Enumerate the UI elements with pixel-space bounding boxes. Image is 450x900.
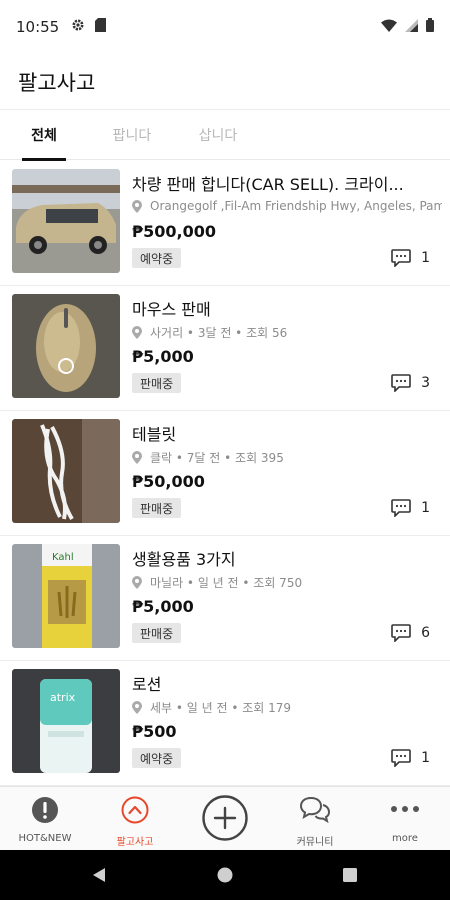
item-price: ₱500 xyxy=(132,722,177,741)
status-badge: 판매중 xyxy=(132,623,182,643)
nav-more[interactable]: more xyxy=(360,787,450,851)
comment-count: 1 xyxy=(391,499,430,517)
comment-icon xyxy=(391,249,411,267)
signal-icon xyxy=(405,18,418,36)
location-pin-icon xyxy=(132,576,142,589)
app-bar: 팔고사고 xyxy=(0,54,450,110)
comment-count-value: 1 xyxy=(421,500,430,516)
nav-hot-new[interactable]: HOT&NEW xyxy=(0,787,90,851)
status-badge: 판매중 xyxy=(132,373,182,393)
comment-count: 1 xyxy=(391,749,430,767)
nav-label: more xyxy=(392,833,418,844)
tab-bar: 전체 팝니다 삽니다 xyxy=(0,110,450,161)
tab-buying[interactable]: 삽니다 xyxy=(188,110,248,160)
comment-icon xyxy=(391,499,411,517)
system-navigation-bar xyxy=(0,850,450,900)
svg-text:Kahl: Kahl xyxy=(52,552,74,563)
comment-count: 1 xyxy=(391,249,430,267)
item-title: 차량 판매 합니다(CAR SELL). 크라이... xyxy=(132,175,404,194)
nav-label: 팔고사고 xyxy=(116,837,154,848)
item-price: ₱500,000 xyxy=(132,222,217,241)
item-thumbnail xyxy=(12,169,120,273)
item-meta: Orangegolf ,Fil-Am Friendship Hwy, Angel… xyxy=(132,199,442,213)
comment-count-value: 3 xyxy=(421,375,430,391)
chat-bubbles-icon xyxy=(299,796,331,824)
item-price: ₱50,000 xyxy=(132,472,205,491)
item-meta: 세부 • 일 년 전 • 조회 179 xyxy=(132,699,442,716)
nav-label: 커뮤니티 xyxy=(296,837,334,848)
item-meta-text: 마닐라 • 일 년 전 • 조회 750 xyxy=(150,576,303,590)
status-badge: 예약중 xyxy=(132,248,182,268)
list-item[interactable]: 마우스 판매 사거리 • 3달 전 • 조회 56 ₱5,000 판매중 3 xyxy=(0,286,450,411)
status-bar: 10:55 xyxy=(0,0,450,54)
back-icon[interactable] xyxy=(91,867,107,883)
wifi-icon xyxy=(381,18,397,36)
comment-count-value: 6 xyxy=(421,625,430,641)
sim-card-icon xyxy=(95,18,107,36)
comment-icon xyxy=(391,749,411,767)
comment-count: 6 xyxy=(391,624,430,642)
comment-icon xyxy=(391,374,411,392)
comment-count: 3 xyxy=(391,374,430,392)
item-meta-text: 세부 • 일 년 전 • 조회 179 xyxy=(150,701,292,715)
location-pin-icon xyxy=(132,326,142,339)
battery-icon xyxy=(426,18,434,36)
item-title: 생활용품 3가지 xyxy=(132,550,236,569)
tab-all[interactable]: 전체 xyxy=(22,110,66,161)
item-meta: 마닐라 • 일 년 전 • 조회 750 xyxy=(132,574,442,591)
status-time: 10:55 xyxy=(16,18,60,36)
recents-icon[interactable] xyxy=(342,867,358,883)
plus-circle-icon xyxy=(202,795,248,841)
status-badge: 예약중 xyxy=(132,748,182,768)
location-pin-icon xyxy=(132,199,142,213)
home-icon[interactable] xyxy=(217,867,233,883)
comment-count-value: 1 xyxy=(421,250,430,266)
item-thumbnail xyxy=(12,294,120,398)
list-item[interactable]: 차량 판매 합니다(CAR SELL). 크라이... Orangegolf ,… xyxy=(0,161,450,286)
item-thumbnail xyxy=(12,419,120,523)
settings-icon xyxy=(71,18,85,36)
svg-text:atrix: atrix xyxy=(50,691,76,704)
item-meta-text: Orangegolf ,Fil-Am Friendship Hwy, Angel… xyxy=(150,199,442,213)
chevron-up-circle-icon xyxy=(121,796,149,824)
nav-community[interactable]: 커뮤니티 xyxy=(270,787,360,851)
list-item[interactable]: 테블릿 클락 • 7달 전 • 조회 395 ₱50,000 판매중 1 xyxy=(0,411,450,536)
nav-label: HOT&NEW xyxy=(18,833,72,844)
comment-icon xyxy=(391,624,411,642)
item-price: ₱5,000 xyxy=(132,347,194,366)
item-meta: 클락 • 7달 전 • 조회 395 xyxy=(132,449,442,466)
location-pin-icon xyxy=(132,451,142,464)
location-pin-icon xyxy=(132,701,142,714)
item-title: 테블릿 xyxy=(132,425,177,444)
listing-list: 차량 판매 합니다(CAR SELL). 크라이... Orangegolf ,… xyxy=(0,161,450,786)
item-title: 마우스 판매 xyxy=(132,300,211,319)
tab-selling[interactable]: 팝니다 xyxy=(102,110,162,160)
item-meta-text: 클락 • 7달 전 • 조회 395 xyxy=(150,451,284,465)
item-thumbnail: atrix xyxy=(12,669,120,773)
more-dots-icon xyxy=(391,806,419,812)
item-price: ₱5,000 xyxy=(132,597,194,616)
list-item[interactable]: Kahl 생활용품 3가지 마닐라 • 일 년 전 • 조회 750 ₱5,00… xyxy=(0,536,450,661)
comment-count-value: 1 xyxy=(421,750,430,766)
list-item[interactable]: atrix 로션 세부 • 일 년 전 • 조회 179 ₱500 예약중 1 xyxy=(0,661,450,786)
item-meta-text: 사거리 • 3달 전 • 조회 56 xyxy=(150,326,288,340)
status-badge: 판매중 xyxy=(132,498,182,518)
bottom-navigation: HOT&NEW 팔고사고 커뮤니티 more xyxy=(0,786,450,850)
item-title: 로션 xyxy=(132,675,162,694)
item-meta: 사거리 • 3달 전 • 조회 56 xyxy=(132,324,442,341)
nav-buy-sell[interactable]: 팔고사고 xyxy=(90,787,180,851)
nav-add-post[interactable] xyxy=(180,787,270,851)
page-title: 팔고사고 xyxy=(18,70,96,95)
item-thumbnail: Kahl xyxy=(12,544,120,648)
alert-circle-icon xyxy=(32,797,58,823)
